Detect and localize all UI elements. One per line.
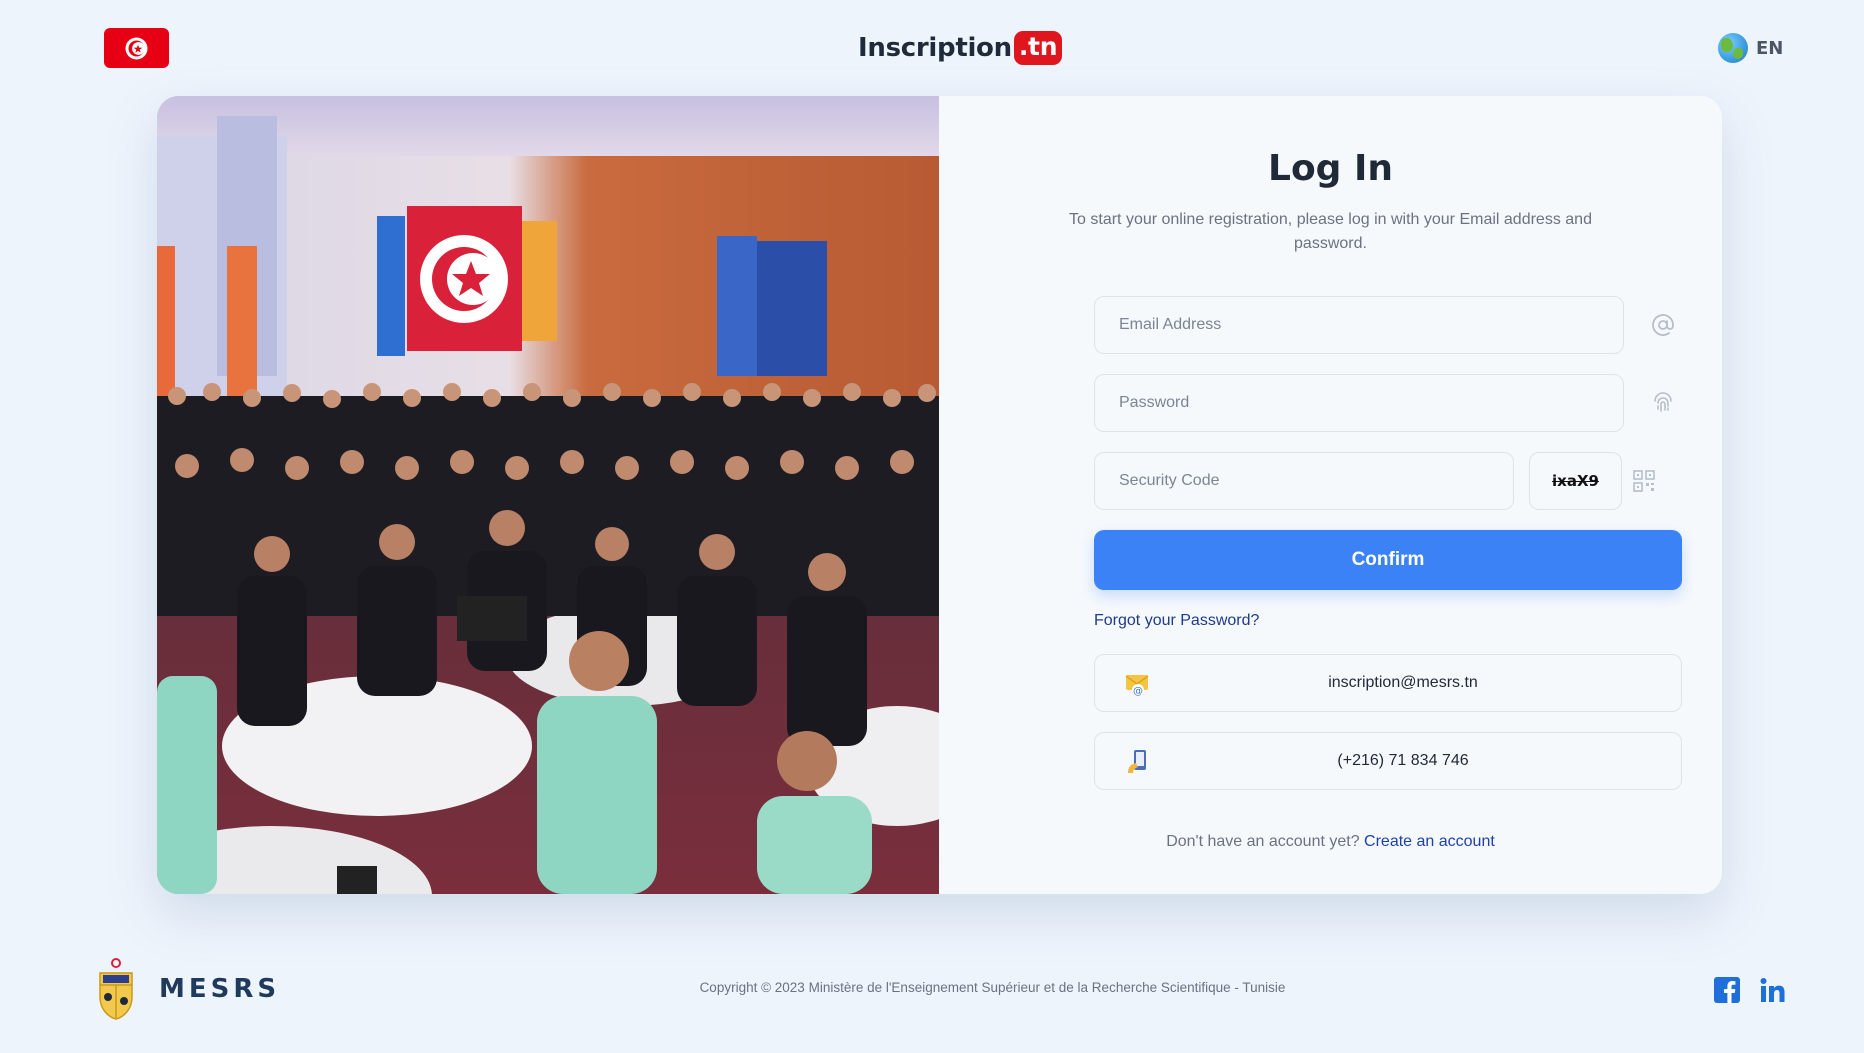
- security-code-field[interactable]: [1094, 452, 1514, 510]
- contact-email: inscription@mesrs.tn: [1328, 674, 1478, 691]
- signup-prompt: Don't have an account yet? Create an acc…: [939, 833, 1722, 851]
- brand-suffix: .tn: [1013, 31, 1063, 65]
- at-sign-icon: [1652, 314, 1674, 336]
- captcha-image[interactable]: ixaX9: [1529, 452, 1622, 510]
- password-input[interactable]: [1119, 394, 1623, 412]
- phone-icon: [1128, 750, 1146, 773]
- login-panel: Log In To start your online registration…: [939, 96, 1722, 894]
- contact-email-box[interactable]: @ inscription@mesrs.tn: [1094, 654, 1682, 712]
- email-input[interactable]: [1119, 316, 1623, 334]
- footer: MESRS Copyright © 2023 Ministère de l'En…: [0, 940, 1864, 1040]
- brand-main: Inscription: [858, 33, 1012, 63]
- site-logo[interactable]: Inscription .tn: [858, 30, 1063, 66]
- globe-icon: [1718, 33, 1748, 63]
- email-field[interactable]: [1094, 296, 1624, 354]
- hero-photo: [157, 96, 939, 894]
- contact-phone-box[interactable]: (+216) 71 834 746: [1094, 732, 1682, 790]
- fingerprint-icon: [1654, 392, 1672, 412]
- top-bar: Inscription .tn EN: [0, 0, 1864, 96]
- tunisia-flag-icon: [104, 28, 169, 68]
- language-selector[interactable]: EN: [1718, 33, 1783, 63]
- svg-text:@: @: [1133, 686, 1143, 697]
- facebook-icon[interactable]: [1714, 977, 1740, 1003]
- qr-code-icon: [1633, 470, 1655, 492]
- create-account-link[interactable]: Create an account: [1364, 833, 1495, 850]
- contact-phone: (+216) 71 834 746: [1337, 752, 1469, 769]
- forgot-password-link[interactable]: Forgot your Password?: [1094, 612, 1259, 630]
- confirm-button[interactable]: Confirm: [1094, 530, 1682, 590]
- security-code-input[interactable]: [1119, 472, 1513, 490]
- mail-icon: @: [1125, 675, 1149, 697]
- login-subtitle: To start your online registration, pleas…: [1069, 211, 1592, 252]
- copyright-text: Copyright © 2023 Ministère de l'Enseigne…: [699, 980, 1286, 995]
- no-account-text: Don't have an account yet?: [1166, 833, 1360, 850]
- password-field[interactable]: [1094, 374, 1624, 432]
- language-label: EN: [1756, 37, 1784, 59]
- linkedin-icon[interactable]: [1760, 977, 1786, 1003]
- social-links: [1714, 977, 1786, 1003]
- login-card: Log In To start your online registration…: [157, 96, 1722, 894]
- page-title: Log In: [1268, 148, 1393, 189]
- hero-photo-illustration: [157, 96, 939, 894]
